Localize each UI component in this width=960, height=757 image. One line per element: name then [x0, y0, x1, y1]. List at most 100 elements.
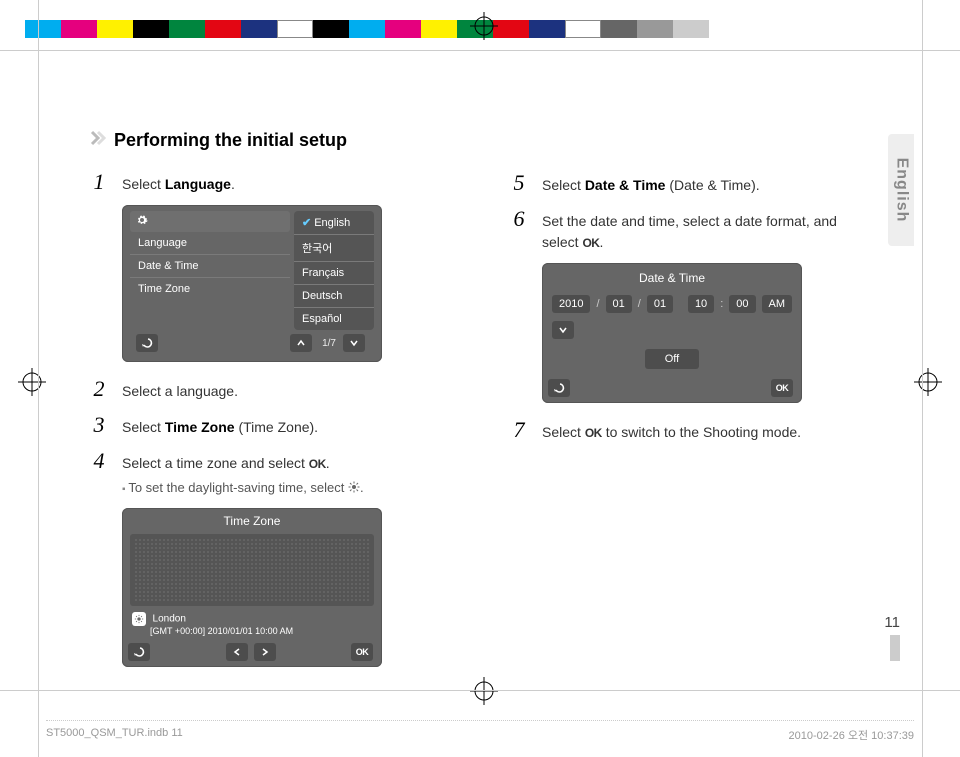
dst-indicator-icon	[132, 612, 146, 626]
step-7: 7 Select OK to switch to the Shooting mo…	[510, 417, 870, 443]
color-swatch	[637, 20, 673, 38]
lang-option-spanish[interactable]: Español	[294, 307, 374, 330]
world-map[interactable]	[130, 534, 374, 606]
menu-item-language[interactable]: Language	[130, 232, 290, 254]
timezone-gmt: [GMT +00:00] 2010/01/01 10:00 AM	[150, 626, 293, 636]
hour-field[interactable]: 10	[688, 295, 714, 313]
section-heading: Performing the initial setup	[114, 130, 347, 151]
registration-mark-bottom	[470, 677, 498, 705]
datetime-title: Date & Time	[542, 263, 802, 293]
back-icon	[141, 338, 153, 348]
crop-line	[38, 0, 39, 757]
timezone-info: London [GMT +00:00] 2010/01/01 10:00 AM	[122, 612, 382, 639]
step-number: 4	[90, 448, 108, 474]
month-field[interactable]: 01	[606, 295, 632, 313]
lang-option-korean[interactable]: 한국어	[294, 234, 374, 261]
step-5: 5 Select Date & Time (Date & Time).	[510, 170, 870, 196]
check-icon: ✔	[302, 217, 311, 229]
chevron-right-icon	[261, 648, 269, 656]
color-swatch	[97, 20, 133, 38]
value-down-button[interactable]	[552, 321, 574, 339]
step-2: 2 Select a language.	[90, 376, 450, 402]
page-number: 11	[884, 614, 900, 631]
page-content: Performing the initial setup 1 Select La…	[90, 130, 870, 681]
color-swatch	[205, 20, 241, 38]
steps-left: 1 Select Language.	[90, 169, 450, 195]
color-swatch	[169, 20, 205, 38]
step-text: Select Language.	[122, 174, 450, 195]
color-swatch	[277, 20, 313, 38]
color-swatch	[493, 20, 529, 38]
section-heading-wrap: Performing the initial setup	[90, 130, 450, 151]
back-button[interactable]	[136, 334, 158, 352]
menu-item-datetime[interactable]: Date & Time	[130, 254, 290, 277]
document-footer: ST5000_QSM_TUR.indb 11 2010-02-26 오전 10:…	[46, 720, 914, 743]
page-down-button[interactable]	[343, 334, 365, 352]
crop-line	[922, 0, 923, 757]
color-swatch	[673, 20, 709, 38]
step-text: Select Time Zone (Time Zone).	[122, 417, 450, 438]
ok-button[interactable]: OK	[351, 643, 373, 661]
steps-right-2: 7 Select OK to switch to the Shooting mo…	[510, 417, 870, 443]
next-button[interactable]	[254, 643, 276, 661]
time-sep: :	[720, 298, 723, 310]
color-swatch	[421, 20, 457, 38]
step-text: Select Date & Time (Date & Time).	[542, 175, 870, 196]
year-field[interactable]: 2010	[552, 295, 590, 313]
page-up-button[interactable]	[290, 334, 312, 352]
left-column: Performing the initial setup 1 Select La…	[90, 130, 450, 681]
timezone-city: London	[153, 614, 186, 625]
step-number: 2	[90, 376, 108, 402]
step-text: Select a language.	[122, 381, 450, 402]
step-sub: To set the daylight-saving time, select …	[122, 478, 450, 498]
minute-field[interactable]: 00	[729, 295, 755, 313]
registration-mark-right	[914, 368, 942, 396]
right-column: 5 Select Date & Time (Date & Time). 6 Se…	[510, 130, 870, 681]
color-swatch	[529, 20, 565, 38]
back-button[interactable]	[128, 643, 150, 661]
menu-item-timezone[interactable]: Time Zone	[130, 277, 290, 300]
language-menu-panel: Language Date & Time Time Zone ✔English …	[122, 205, 382, 362]
date-format-value[interactable]: Off	[645, 349, 699, 369]
step-number: 7	[510, 417, 528, 443]
chevron-left-icon	[233, 648, 241, 656]
timezone-panel: Time Zone London [GMT +00:00] 2010/01/01…	[122, 508, 382, 667]
chevron-up-icon	[297, 339, 305, 347]
doc-footer-timestamp: 2010-02-26 오전 10:37:39	[789, 727, 914, 743]
ok-button[interactable]: OK	[771, 379, 793, 397]
date-sep: /	[638, 298, 641, 310]
color-swatch	[349, 20, 385, 38]
back-icon	[133, 647, 145, 657]
chevron-down-icon	[559, 326, 567, 334]
lang-option-french[interactable]: Français	[294, 261, 374, 284]
step-number: 6	[510, 206, 528, 232]
timezone-title: Time Zone	[122, 508, 382, 534]
page-number-box: 11	[884, 614, 900, 661]
prev-button[interactable]	[226, 643, 248, 661]
color-swatch	[61, 20, 97, 38]
color-swatch	[385, 20, 421, 38]
steps-left-2: 2 Select a language. 3 Select Time Zone …	[90, 376, 450, 498]
lang-option-german[interactable]: Deutsch	[294, 284, 374, 307]
steps-right: 5 Select Date & Time (Date & Time). 6 Se…	[510, 170, 870, 253]
step-6: 6 Set the date and time, select a date f…	[510, 206, 870, 253]
ampm-field[interactable]: AM	[762, 295, 793, 313]
day-field[interactable]: 01	[647, 295, 673, 313]
chevron-icon	[90, 130, 106, 151]
crop-line	[0, 690, 960, 691]
step-number: 3	[90, 412, 108, 438]
lang-option-english[interactable]: ✔English	[294, 211, 374, 234]
step-text: Select OK to switch to the Shooting mode…	[542, 422, 870, 443]
color-swatch-bar	[25, 20, 709, 38]
back-icon	[553, 383, 565, 393]
step-text: Select a time zone and select OK. To set…	[122, 453, 450, 498]
color-swatch	[601, 20, 637, 38]
step-text: Set the date and time, select a date for…	[542, 211, 870, 253]
color-swatch	[565, 20, 601, 38]
color-swatch	[313, 20, 349, 38]
chevron-down-icon	[350, 339, 358, 347]
step-3: 3 Select Time Zone (Time Zone).	[90, 412, 450, 438]
registration-mark-top	[470, 12, 498, 40]
pager-label: 1/7	[318, 338, 340, 349]
back-button[interactable]	[548, 379, 570, 397]
